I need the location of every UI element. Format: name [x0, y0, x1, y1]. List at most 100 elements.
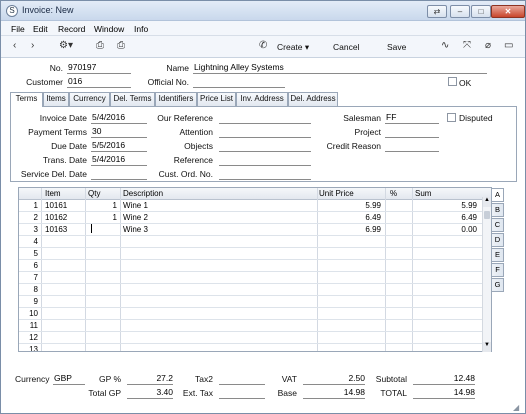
- close-button[interactable]: ✕: [491, 5, 525, 18]
- cell-description[interactable]: Wine 3: [123, 225, 313, 234]
- credit-reason-field[interactable]: [385, 140, 439, 152]
- col-qty-header[interactable]: Qty: [88, 189, 100, 198]
- back-arrow-icon[interactable]: ‹: [13, 40, 16, 51]
- col-sum-header[interactable]: Sum: [415, 189, 431, 198]
- cell-description[interactable]: Wine 1: [123, 201, 313, 210]
- cell-description[interactable]: Wine 2: [123, 213, 313, 222]
- total-gp-field[interactable]: 3.40: [127, 387, 173, 399]
- cell-qty[interactable]: 1: [87, 213, 117, 222]
- no-field[interactable]: 970197: [67, 62, 131, 74]
- items-grid[interactable]: Item Qty Description Unit Price % Sum 11…: [18, 187, 492, 352]
- cust-ord-no-field[interactable]: [219, 168, 311, 180]
- table-row[interactable]: 6: [19, 260, 491, 272]
- table-row[interactable]: 2 10162 1 Wine 2 6.49 6.49: [19, 212, 491, 224]
- card-tab-f[interactable]: F: [492, 263, 504, 277]
- cell-sum[interactable]: 5.99: [415, 201, 477, 210]
- currency-field[interactable]: GBP: [53, 373, 85, 385]
- gear-icon[interactable]: ⚙▾: [59, 40, 73, 51]
- card-tab-e[interactable]: E: [492, 248, 504, 262]
- tab-price-list[interactable]: Price List: [197, 92, 236, 106]
- expand-icon[interactable]: ⤧: [463, 40, 471, 51]
- tab-identifiers[interactable]: Identifiers: [155, 92, 197, 106]
- reference-field[interactable]: [219, 154, 311, 166]
- gp-percent-field[interactable]: 27.2: [127, 373, 173, 385]
- due-date-field[interactable]: 5/5/2016: [91, 140, 147, 152]
- cell-sum[interactable]: 0.00: [415, 225, 477, 234]
- window-restore-icon[interactable]: ⇄: [427, 5, 447, 18]
- menu-edit[interactable]: Edit: [33, 24, 48, 34]
- trans-date-field[interactable]: 5/4/2016: [91, 154, 147, 166]
- grid-scrollbar[interactable]: ▲ ▼: [482, 197, 491, 352]
- official-no-field[interactable]: [193, 76, 285, 88]
- ext-tax-field[interactable]: [219, 387, 265, 399]
- menu-file[interactable]: File: [11, 24, 25, 34]
- total-field[interactable]: 14.98: [413, 387, 475, 399]
- tax2-field[interactable]: [219, 373, 265, 385]
- card-tab-b[interactable]: B: [492, 203, 504, 217]
- attention-field[interactable]: [219, 126, 311, 138]
- table-row[interactable]: 3 10163 Wine 3 6.99 0.00: [19, 224, 491, 236]
- cell-unit-price[interactable]: 6.99: [319, 225, 381, 234]
- table-row[interactable]: 1 10161 1 Wine 1 5.99 5.99: [19, 200, 491, 212]
- card-tab-g[interactable]: G: [492, 278, 504, 292]
- payment-terms-field[interactable]: 30: [91, 126, 147, 138]
- project-field[interactable]: [385, 126, 439, 138]
- service-del-date-field[interactable]: [91, 168, 147, 180]
- maximize-button[interactable]: □: [471, 5, 491, 18]
- tab-del-terms[interactable]: Del. Terms: [110, 92, 155, 106]
- scroll-down-icon[interactable]: ▼: [483, 342, 491, 352]
- vat-field[interactable]: 2.50: [303, 373, 365, 385]
- title-bar[interactable]: S Invoice: New ⇄ – □ ✕: [1, 1, 525, 21]
- salesman-field[interactable]: FF: [385, 112, 439, 124]
- cell-item[interactable]: 10162: [45, 213, 85, 222]
- cell-unit-price[interactable]: 6.49: [319, 213, 381, 222]
- scroll-up-icon[interactable]: ▲: [483, 197, 491, 207]
- print-icon[interactable]: ⎙: [96, 40, 104, 51]
- scroll-thumb[interactable]: [484, 211, 490, 219]
- table-row[interactable]: 9: [19, 296, 491, 308]
- minimize-button[interactable]: –: [450, 5, 470, 18]
- tab-inv-address[interactable]: Inv. Address: [236, 92, 288, 106]
- table-row[interactable]: 12: [19, 332, 491, 344]
- col-description-header[interactable]: Description: [123, 189, 163, 198]
- col-item-header[interactable]: Item: [45, 189, 61, 198]
- base-field[interactable]: 14.98: [303, 387, 365, 399]
- table-row[interactable]: 13: [19, 344, 491, 351]
- cell-qty[interactable]: 1: [87, 201, 117, 210]
- menu-record[interactable]: Record: [58, 24, 85, 34]
- phone-icon[interactable]: ✆: [259, 40, 267, 51]
- cell-unit-price[interactable]: 5.99: [319, 201, 381, 210]
- invoice-date-field[interactable]: 5/4/2016: [91, 112, 147, 124]
- cell-sum[interactable]: 6.49: [415, 213, 477, 222]
- col-unit-price-header[interactable]: Unit Price: [319, 189, 354, 198]
- tab-terms[interactable]: Terms: [10, 92, 43, 107]
- table-row[interactable]: 8: [19, 284, 491, 296]
- resize-grip-icon[interactable]: ◢: [513, 403, 519, 412]
- table-row[interactable]: 7: [19, 272, 491, 284]
- customer-field[interactable]: 016: [67, 76, 131, 88]
- create-button[interactable]: Create ▾: [277, 42, 309, 53]
- forward-arrow-icon[interactable]: ›: [31, 40, 34, 51]
- table-row[interactable]: 10: [19, 308, 491, 320]
- menu-window[interactable]: Window: [94, 24, 124, 34]
- subtotal-field[interactable]: 12.48: [413, 373, 475, 385]
- activity-icon[interactable]: ∿: [441, 40, 449, 51]
- menu-info[interactable]: Info: [134, 24, 148, 34]
- card-tab-c[interactable]: C: [492, 218, 504, 232]
- folder-icon[interactable]: ▭: [504, 40, 513, 51]
- card-tab-d[interactable]: D: [492, 233, 504, 247]
- save-button[interactable]: Save: [387, 42, 406, 52]
- table-row[interactable]: 4: [19, 236, 491, 248]
- print-preview-icon[interactable]: ⎙: [117, 40, 125, 51]
- tab-del-address[interactable]: Del. Address: [288, 92, 338, 106]
- cell-item[interactable]: 10161: [45, 201, 85, 210]
- tab-currency[interactable]: Currency: [69, 92, 110, 106]
- attachment-icon[interactable]: ⌀: [485, 40, 491, 51]
- card-tab-a[interactable]: A: [492, 188, 504, 202]
- our-reference-field[interactable]: [219, 112, 311, 124]
- objects-field[interactable]: [219, 140, 311, 152]
- table-row[interactable]: 5: [19, 248, 491, 260]
- ok-checkbox[interactable]: [448, 77, 457, 86]
- cell-item[interactable]: 10163: [45, 225, 85, 234]
- name-field[interactable]: Lightning Alley Systems: [193, 62, 487, 74]
